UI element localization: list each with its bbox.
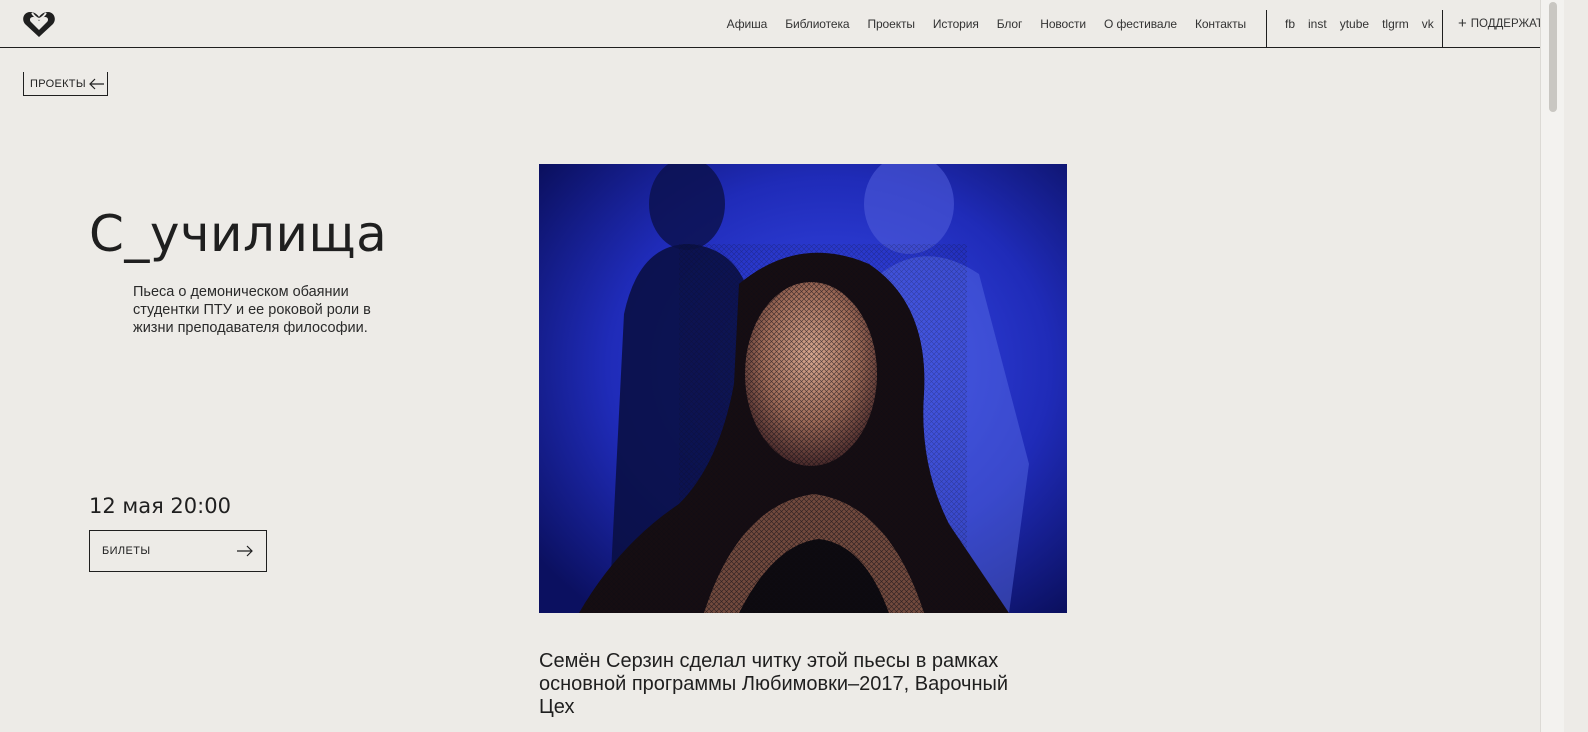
- page: Афиша Библиотека Проекты История Блог Но…: [0, 0, 1564, 732]
- arrow-right-icon: [237, 545, 253, 557]
- play-description: Пьеса о демоническом обаянии студентки П…: [133, 284, 371, 336]
- nav-item-blog[interactable]: Блог: [997, 17, 1023, 31]
- header-divider: [1442, 10, 1443, 48]
- scrollbar-thumb[interactable]: [1549, 2, 1557, 112]
- event-date: 12 мая 20:00: [89, 494, 231, 518]
- back-label: ПРОЕКТЫ: [30, 77, 86, 90]
- back-button-edge: [107, 72, 108, 96]
- nav-item-contacts[interactable]: Контакты: [1195, 17, 1246, 31]
- nav-item-library[interactable]: Библиотека: [785, 17, 849, 31]
- social-link-ytube[interactable]: ytube: [1340, 17, 1369, 31]
- social-link-vk[interactable]: vk: [1422, 17, 1434, 31]
- photo-caption: Семён Серзин сделал читку этой пьесы в р…: [539, 650, 1009, 718]
- page-scrollbar[interactable]: [1540, 0, 1564, 732]
- nav-item-about[interactable]: О фестивале: [1104, 17, 1177, 31]
- nav-item-afisha[interactable]: Афиша: [727, 17, 768, 31]
- social-links: fb inst ytube tlgrm vk: [1285, 0, 1434, 47]
- nav-item-history[interactable]: История: [933, 17, 979, 31]
- social-link-tlgrm[interactable]: tlgrm: [1382, 17, 1409, 31]
- arrow-left-icon: [89, 78, 104, 89]
- heart-logo-icon[interactable]: [22, 10, 56, 38]
- nav-item-news[interactable]: Новости: [1040, 17, 1086, 31]
- photo-illustration: [539, 164, 1067, 613]
- site-header: Афиша Библиотека Проекты История Блог Но…: [0, 0, 1564, 48]
- header-divider: [1266, 10, 1267, 48]
- back-to-projects-button[interactable]: ПРОЕКТЫ: [23, 72, 108, 96]
- play-photo: [539, 164, 1067, 613]
- tickets-button[interactable]: БИЛЕТЫ: [89, 530, 267, 572]
- tickets-label: БИЛЕТЫ: [102, 545, 151, 557]
- main-nav: Афиша Библиотека Проекты История Блог Но…: [727, 0, 1246, 47]
- page-title: С_училища: [89, 205, 388, 263]
- social-link-inst[interactable]: inst: [1308, 17, 1327, 31]
- support-label: ПОДДЕРЖАТЬ: [1470, 17, 1551, 30]
- social-link-fb[interactable]: fb: [1285, 17, 1295, 31]
- plus-icon: +: [1458, 15, 1467, 32]
- support-button[interactable]: + ПОДДЕРЖАТЬ: [1458, 0, 1550, 47]
- nav-item-projects[interactable]: Проекты: [867, 17, 915, 31]
